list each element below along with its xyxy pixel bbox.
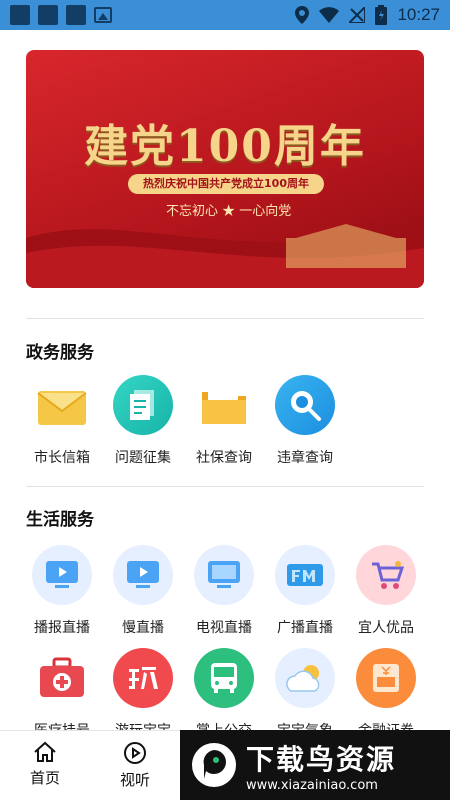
status-time: 10:27 (397, 5, 440, 24)
shop-cart-icon (356, 545, 416, 605)
tab-label: 视听 (119, 771, 150, 789)
service-issue-collection[interactable]: 问题征集 (103, 375, 183, 467)
divider (26, 486, 424, 487)
service-bus[interactable]: 掌上公交 (184, 648, 264, 740)
documents-icon (113, 375, 173, 435)
fm-icon (275, 545, 335, 605)
image-icon (94, 7, 112, 23)
battery-icon (375, 5, 388, 25)
envelope-icon (32, 375, 92, 435)
notification-icon (10, 5, 30, 25)
banner-subtitle: 热烈庆祝中国共产党成立100周年 (128, 174, 324, 194)
service-label: 宜人优品 (358, 620, 414, 636)
status-bar: 10:27 (0, 0, 450, 30)
play-circle-icon (124, 742, 146, 764)
banner-ribbon (26, 224, 424, 288)
tab-home[interactable]: 首页 (0, 731, 90, 800)
banner[interactable]: 建党100周年 热烈庆祝中国共产党成立100周年 不忘初心 ★ 一心向党 (26, 50, 424, 288)
service-label: 社保查询 (196, 450, 252, 466)
service-label: 播报直播 (34, 620, 90, 636)
service-tv-live[interactable]: 电视直播 (184, 545, 264, 637)
service-radio-live[interactable]: 广播直播 (265, 545, 345, 637)
medical-kit-icon (32, 648, 92, 708)
service-play[interactable]: 游玩宝宝 (103, 648, 183, 740)
violation-search-icon (275, 375, 335, 435)
service-mayor-mailbox[interactable]: 市长信箱 (22, 375, 102, 467)
finance-icon (356, 648, 416, 708)
notification-icon (38, 5, 58, 25)
watermark-title: 下载鸟资源 (246, 742, 397, 776)
signal-off-icon (349, 7, 366, 23)
monitor-icon (32, 545, 92, 605)
service-slow-live[interactable]: 慢直播 (103, 545, 183, 637)
service-broadcast-live[interactable]: 播报直播 (22, 545, 102, 637)
home-icon (34, 741, 56, 762)
section-title-life: 生活服务 (26, 510, 94, 530)
location-icon (295, 6, 310, 24)
bus-icon (194, 648, 254, 708)
service-label: 慢直播 (122, 620, 164, 636)
notification-icon (66, 5, 86, 25)
play-icon (113, 648, 173, 708)
service-weather[interactable]: 宝宝气象 (265, 648, 345, 740)
service-label: 电视直播 (196, 620, 252, 636)
monitor-icon (194, 545, 254, 605)
folder-icon (194, 375, 254, 435)
service-label: 市长信箱 (34, 450, 90, 466)
divider (26, 318, 424, 319)
service-finance[interactable]: 金融证券 (346, 648, 426, 740)
service-medical-registration[interactable]: 医疗挂号 (22, 648, 102, 740)
service-label: 违章查询 (277, 450, 333, 466)
tab-audiovisual[interactable]: 视听 (90, 731, 180, 800)
weather-icon (275, 648, 335, 708)
watermark-url: www.xiazainiao.com (246, 777, 378, 793)
watermark-banner: 下载鸟资源 www.xiazainiao.com (180, 730, 450, 800)
service-label: 问题征集 (115, 450, 171, 466)
banner-title: 建党100周年 (84, 121, 366, 172)
service-social-security[interactable]: 社保查询 (184, 375, 264, 467)
service-yiren-shop[interactable]: 宜人优品 (346, 545, 426, 637)
wifi-icon (319, 7, 340, 23)
service-label: 广播直播 (277, 620, 333, 636)
section-title-gov: 政务服务 (26, 343, 94, 363)
bird-logo-icon (192, 743, 236, 787)
tab-label: 首页 (29, 769, 60, 787)
monitor-icon (113, 545, 173, 605)
service-violation-query[interactable]: 违章查询 (265, 375, 345, 467)
